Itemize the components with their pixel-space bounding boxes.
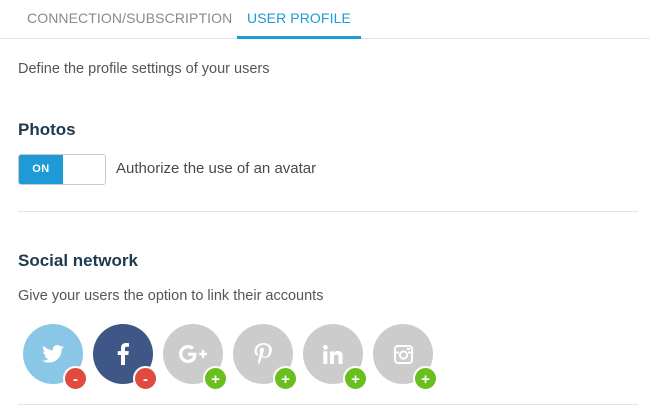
link-google-plus-button[interactable]: + bbox=[203, 366, 228, 391]
photos-heading: Photos bbox=[18, 120, 76, 139]
tab-user-profile[interactable]: USER PROFILE bbox=[237, 0, 361, 39]
tab-connection-subscription[interactable]: CONNECTION/SUBSCRIPTION bbox=[27, 0, 232, 39]
tab-bar: CONNECTION/SUBSCRIPTION USER PROFILE bbox=[0, 0, 650, 39]
social-network-google-plus[interactable]: + bbox=[163, 324, 228, 391]
social-network-linkedin[interactable]: + bbox=[303, 324, 368, 391]
social-network-facebook[interactable]: - bbox=[93, 324, 158, 391]
link-instagram-button[interactable]: + bbox=[413, 366, 438, 391]
page-description: Define the profile settings of your user… bbox=[18, 61, 270, 77]
section-divider bbox=[18, 211, 638, 212]
section-divider bbox=[18, 404, 638, 405]
link-pinterest-button[interactable]: + bbox=[273, 366, 298, 391]
social-network-instagram[interactable]: + bbox=[373, 324, 438, 391]
social-network-heading: Social network bbox=[18, 251, 138, 270]
social-network-twitter[interactable]: - bbox=[23, 324, 88, 391]
social-network-description: Give your users the option to link their… bbox=[18, 288, 324, 304]
unlink-facebook-button[interactable]: - bbox=[133, 366, 158, 391]
unlink-twitter-button[interactable]: - bbox=[63, 366, 88, 391]
toggle-on-label: ON bbox=[19, 155, 63, 184]
avatar-toggle-label: Authorize the use of an avatar bbox=[116, 160, 317, 177]
avatar-toggle[interactable]: ON bbox=[18, 154, 106, 185]
link-linkedin-button[interactable]: + bbox=[343, 366, 368, 391]
social-network-pinterest[interactable]: + bbox=[233, 324, 298, 391]
